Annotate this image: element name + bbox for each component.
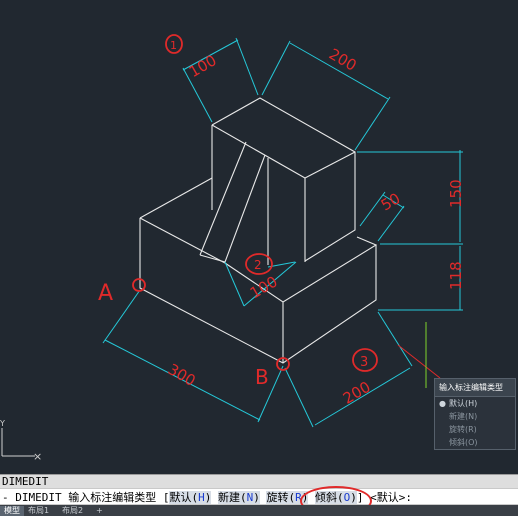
rib-edge-2 [224,154,266,263]
dim-text-inner: 100 [247,272,281,302]
ucs-icon: × Y [0,419,42,463]
command-line[interactable]: - DIMEDIT 输入标注编辑类型 [默认(H) 新建(N) 旋转(R) 倾斜… [0,488,518,505]
menu-item-label: 旋转(R) [449,425,477,434]
menu-item-label: 倾斜(O) [449,438,478,447]
selected-dot-icon: ● [439,399,446,408]
svg-text:×: × [33,450,42,463]
annotation-b: B [255,365,269,389]
dim-text-bottom-right: 200 [340,378,374,408]
menu-item-oblique[interactable]: 倾斜(O) [435,436,515,449]
dimedit-popup-menu: 输入标注编辑类型 ● 默认(H) 新建(N) 旋转(R) 倾斜(O) [434,378,516,450]
history-command: DIMEDIT [2,475,49,488]
part-geometry [139,97,378,364]
menu-item-new[interactable]: 新建(N) [435,410,515,423]
dim-text-top-right: 200 [326,45,360,75]
upper-block-top-right [304,151,356,179]
tab-layout1[interactable]: 布局1 [24,506,53,516]
command-history: DIMEDIT [0,474,518,488]
upper-block-top [211,97,356,262]
option-new[interactable]: 新建(N) [217,491,260,504]
upper-block-top-front [211,124,306,179]
annotation-3: 3 [360,355,368,370]
rib-edge-1 [199,141,247,256]
lower-block-back-edge [139,177,213,219]
marker-a-circle [132,278,146,292]
dim-text-top-left: 100 [186,51,220,81]
ucs-y-label: Y [0,419,5,428]
menu-item-default[interactable]: ● 默认(H) [435,397,515,410]
dimension-texts: 100 200 150 118 50 100 300 200 [165,45,465,408]
dimension-lines [102,37,463,428]
dim-text-notch: 50 [378,189,404,214]
menu-item-label: 默认(H) [449,399,478,408]
dim-text-right-upper: 150 [447,179,465,208]
option-default[interactable]: 默认(H) [169,491,212,504]
tab-add[interactable]: + [92,506,107,516]
leader-line [397,344,441,379]
dim-text-right-lower: 118 [447,261,465,290]
tab-layout2[interactable]: 布局2 [58,506,87,516]
annotation-1: 1 [170,39,177,52]
command-prompt: - DIMEDIT 输入标注编辑类型 [ [2,491,170,504]
menu-item-label: 新建(N) [449,412,478,421]
menu-title: 输入标注编辑类型 [435,379,515,397]
tab-model[interactable]: 模型 [0,506,24,516]
layout-tabs: 模型 布局1 布局2 + [0,505,518,516]
annotation-2: 2 [254,258,262,272]
annotation-a: A [98,281,113,306]
menu-item-rotate[interactable]: 旋转(R) [435,423,515,436]
